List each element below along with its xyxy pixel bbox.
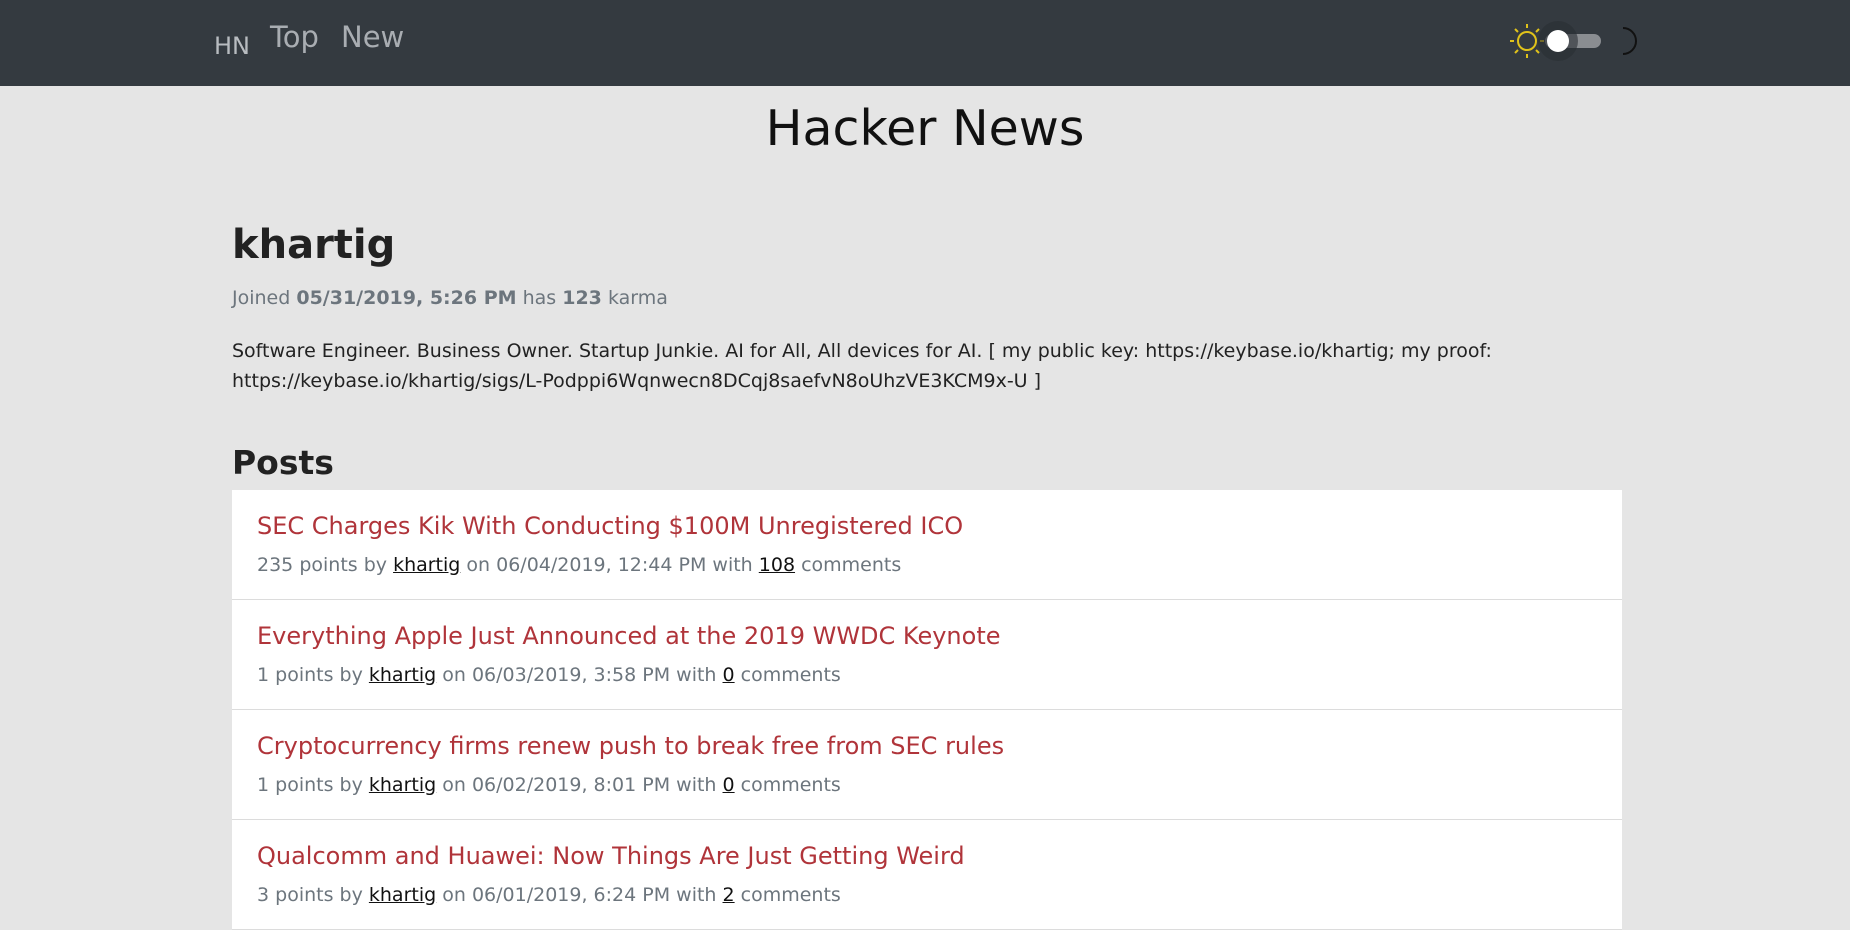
page-title: Hacker News xyxy=(765,100,1085,157)
top-navbar: HN Top New xyxy=(0,0,1850,86)
post-points: 1 xyxy=(257,774,270,796)
post-date: 06/03/2019, 3:58 PM xyxy=(471,664,671,686)
nav-link-top[interactable]: Top xyxy=(270,20,319,54)
post-date: 06/04/2019, 12:44 PM xyxy=(496,554,707,576)
joined-date: 05/31/2019, 5:26 PM xyxy=(296,287,517,309)
comments-text: comments xyxy=(740,664,841,686)
post-comments-link[interactable]: 108 xyxy=(759,554,795,576)
post-meta: 1 points by khartig on 06/02/2019, 8:01 … xyxy=(257,772,1597,798)
username: khartig xyxy=(232,222,396,268)
user-about: Software Engineer. Business Owner. Start… xyxy=(232,340,1492,392)
post-meta: 3 points by khartig on 06/01/2019, 6:24 … xyxy=(257,882,1597,908)
post-comments-link[interactable]: 0 xyxy=(723,664,735,686)
on-text: on xyxy=(442,774,466,796)
on-text: on xyxy=(442,884,466,906)
post-title-link[interactable]: Qualcomm and Huawei: Now Things Are Just… xyxy=(257,840,965,872)
points-by-text: points by xyxy=(275,774,363,796)
post-item: Cryptocurrency firms renew push to break… xyxy=(232,710,1622,820)
points-by-text: points by xyxy=(275,664,363,686)
nav-link-new[interactable]: New xyxy=(341,20,404,54)
post-date: 06/02/2019, 8:01 PM xyxy=(471,774,671,796)
on-text: on xyxy=(442,664,466,686)
has-text: has xyxy=(522,287,557,309)
post-title-link[interactable]: Everything Apple Just Announced at the 2… xyxy=(257,620,1001,652)
comments-text: comments xyxy=(801,554,902,576)
post-date: 06/01/2019, 6:24 PM xyxy=(471,884,671,906)
post-title-link[interactable]: SEC Charges Kik With Conducting $100M Un… xyxy=(257,510,963,542)
karma-label: karma xyxy=(607,287,668,309)
post-item: SEC Charges Kik With Conducting $100M Un… xyxy=(232,490,1622,600)
post-author-link[interactable]: khartig xyxy=(369,884,436,906)
with-text: with xyxy=(676,664,717,686)
post-title-link[interactable]: Cryptocurrency firms renew push to break… xyxy=(257,730,1004,762)
post-item: Qualcomm and Huawei: Now Things Are Just… xyxy=(232,820,1622,930)
user-joined-info: Joined 05/31/2019, 5:26 PM has 123 karma xyxy=(232,285,1622,311)
points-by-text: points by xyxy=(275,884,363,906)
user-profile: khartig Joined 05/31/2019, 5:26 PM has 1… xyxy=(232,218,1622,930)
post-points: 1 xyxy=(257,664,270,686)
post-item: Everything Apple Just Announced at the 2… xyxy=(232,600,1622,710)
post-author-link[interactable]: khartig xyxy=(369,774,436,796)
post-meta: 1 points by khartig on 06/03/2019, 3:58 … xyxy=(257,662,1597,688)
toggle-knob[interactable] xyxy=(1547,30,1569,52)
post-points: 3 xyxy=(257,884,270,906)
post-author-link[interactable]: khartig xyxy=(393,554,460,576)
post-points: 235 xyxy=(257,554,294,576)
with-text: with xyxy=(712,554,753,576)
moon-icon xyxy=(1622,27,1637,55)
points-by-text: points by xyxy=(299,554,388,576)
joined-prefix: Joined xyxy=(232,287,291,309)
post-author-link[interactable]: khartig xyxy=(369,664,436,686)
on-text: on xyxy=(466,554,491,576)
with-text: with xyxy=(676,774,717,796)
with-text: with xyxy=(676,884,717,906)
comments-text: comments xyxy=(740,884,841,906)
karma-value: 123 xyxy=(562,287,602,309)
hn-logo-link[interactable]: HN xyxy=(214,32,250,60)
post-comments-link[interactable]: 2 xyxy=(723,884,735,906)
comments-text: comments xyxy=(740,774,841,796)
post-list: SEC Charges Kik With Conducting $100M Un… xyxy=(232,490,1622,930)
posts-heading: Posts xyxy=(232,443,334,482)
theme-toggle[interactable] xyxy=(1509,20,1639,62)
post-meta: 235 points by khartig on 06/04/2019, 12:… xyxy=(257,552,1597,578)
post-comments-link[interactable]: 0 xyxy=(723,774,735,796)
